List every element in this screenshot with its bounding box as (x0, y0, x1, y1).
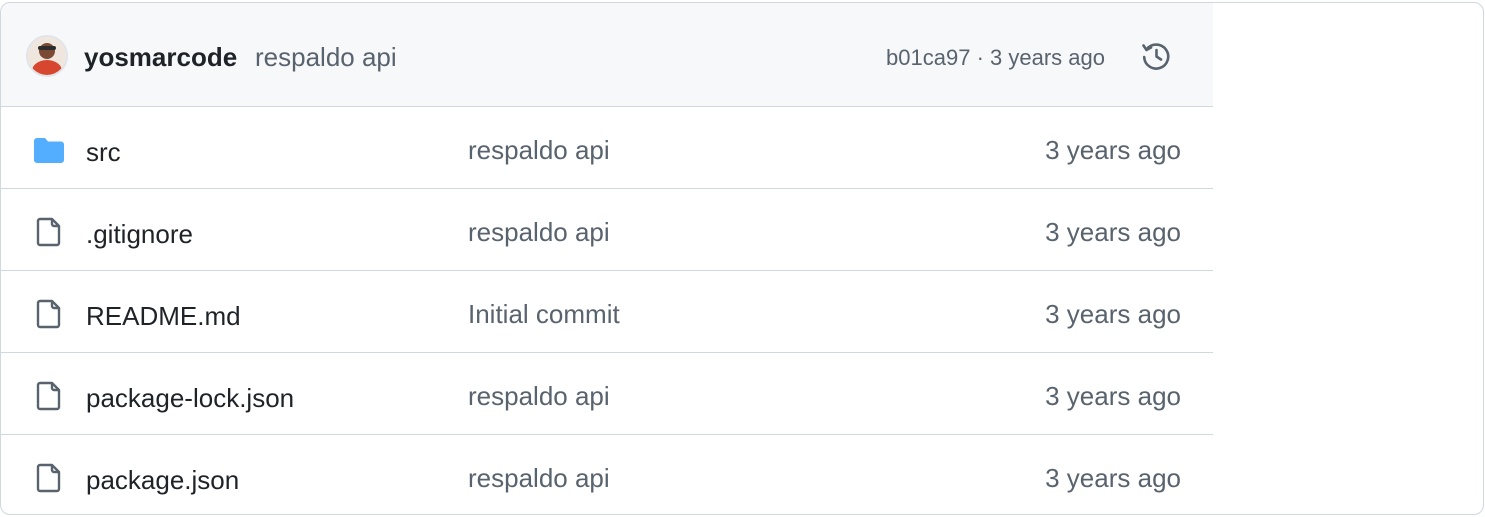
file-listing-frame: yosmarcode respaldo api b01ca97 · 3 year… (0, 2, 1484, 515)
file-icon (36, 381, 61, 411)
commit-message-link[interactable]: respaldo api (255, 41, 397, 73)
history-icon[interactable] (1140, 40, 1172, 72)
file-icon (36, 217, 61, 247)
file-row[interactable]: src respaldo api 3 years ago (1, 107, 1213, 189)
folder-icon (34, 138, 64, 163)
file-row[interactable]: package-lock.json respaldo api 3 years a… (1, 353, 1213, 435)
file-name-link[interactable]: README.md (86, 300, 241, 332)
file-commit-age: 3 years ago (1045, 463, 1181, 493)
file-row[interactable]: .gitignore respaldo api 3 years ago (1, 189, 1213, 271)
file-commit-age: 3 years ago (1045, 217, 1181, 247)
file-name-link[interactable]: src (86, 136, 121, 168)
file-icon (36, 299, 61, 329)
latest-commit-bar: yosmarcode respaldo api b01ca97 · 3 year… (1, 3, 1213, 107)
file-commit-age: 3 years ago (1045, 381, 1181, 411)
file-name-link[interactable]: package.json (86, 464, 239, 496)
commit-age: 3 years ago (990, 45, 1105, 70)
file-icon (36, 463, 61, 493)
commit-meta-separator: · (970, 45, 991, 70)
file-commit-message-link[interactable]: Initial commit (468, 298, 620, 330)
file-commit-message-link[interactable]: respaldo api (468, 216, 610, 248)
commit-author-link[interactable]: yosmarcode (84, 41, 237, 73)
file-row[interactable]: package.json respaldo api 3 years ago (1, 435, 1213, 514)
file-commit-age: 3 years ago (1045, 299, 1181, 329)
file-row[interactable]: README.md Initial commit 3 years ago (1, 271, 1213, 353)
file-name-link[interactable]: .gitignore (86, 218, 193, 250)
file-commit-age: 3 years ago (1045, 135, 1181, 165)
avatar[interactable] (26, 35, 68, 77)
file-commit-message-link[interactable]: respaldo api (468, 462, 610, 494)
file-commit-message-link[interactable]: respaldo api (468, 134, 610, 166)
commit-meta: b01ca97 · 3 years ago (886, 43, 1105, 73)
commit-hash-link[interactable]: b01ca97 (886, 45, 970, 70)
file-name-link[interactable]: package-lock.json (86, 382, 294, 414)
file-listing: yosmarcode respaldo api b01ca97 · 3 year… (1, 3, 1213, 514)
avatar-image (28, 37, 66, 75)
file-commit-message-link[interactable]: respaldo api (468, 380, 610, 412)
file-rows: src respaldo api 3 years ago .gitignore … (1, 107, 1213, 514)
